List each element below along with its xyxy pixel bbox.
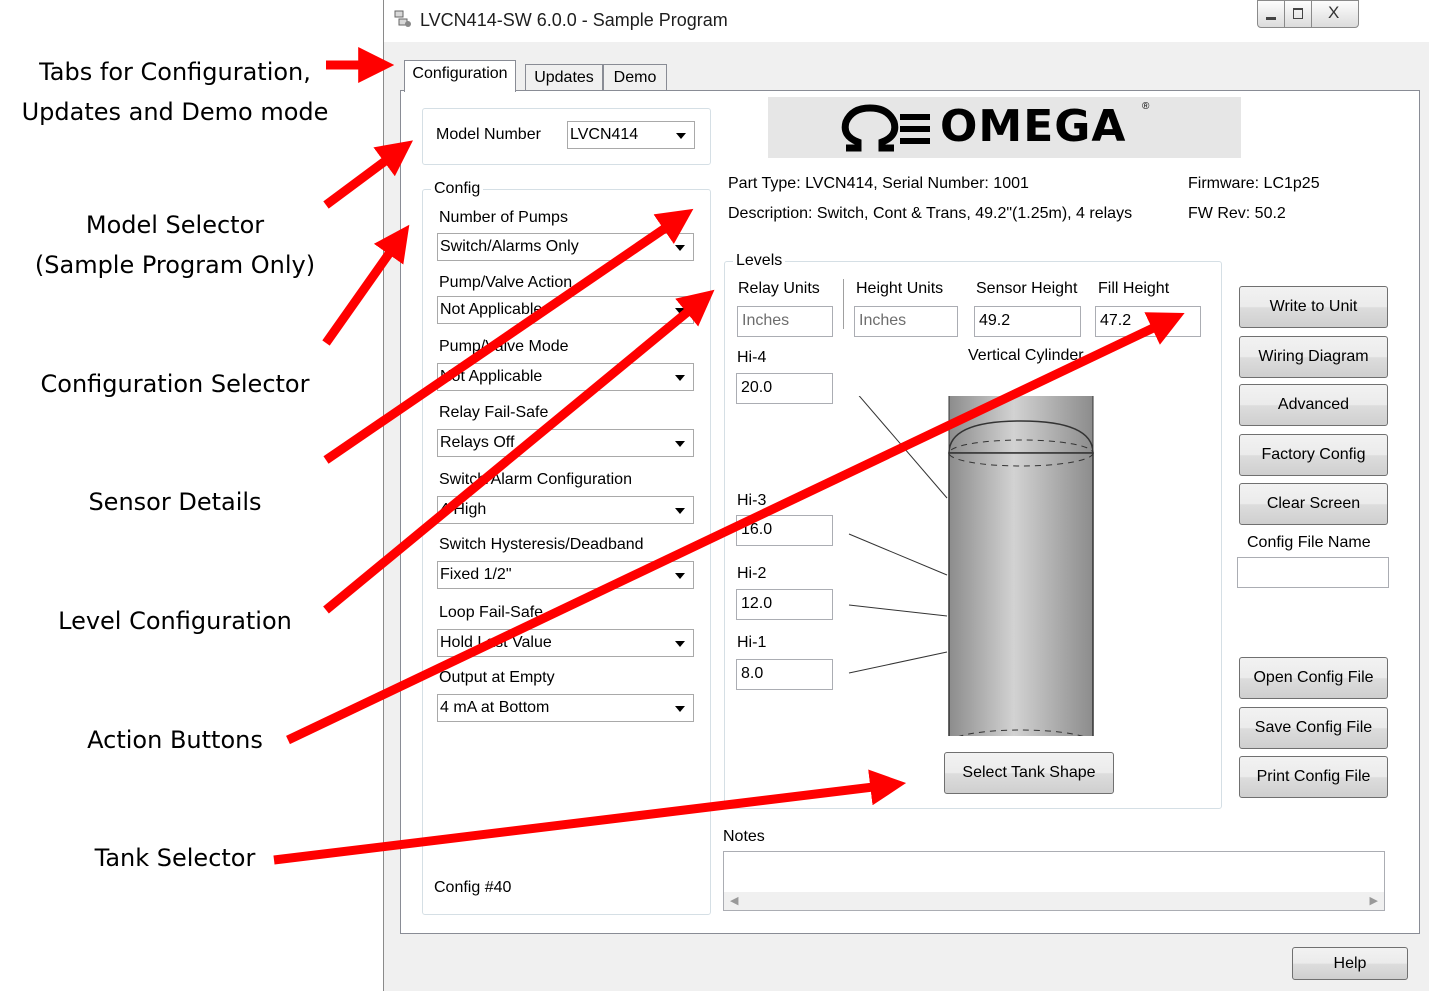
arrow-config-selector — [322, 224, 410, 346]
arrow-model-selector — [323, 140, 414, 209]
annotation-arrows — [273, 47, 1185, 865]
tab-configuration[interactable]: Configuration — [404, 60, 516, 92]
arrow-sensor-details — [323, 208, 694, 464]
arrow-tank-selector — [273, 769, 907, 865]
arrow-level-config — [323, 289, 715, 614]
